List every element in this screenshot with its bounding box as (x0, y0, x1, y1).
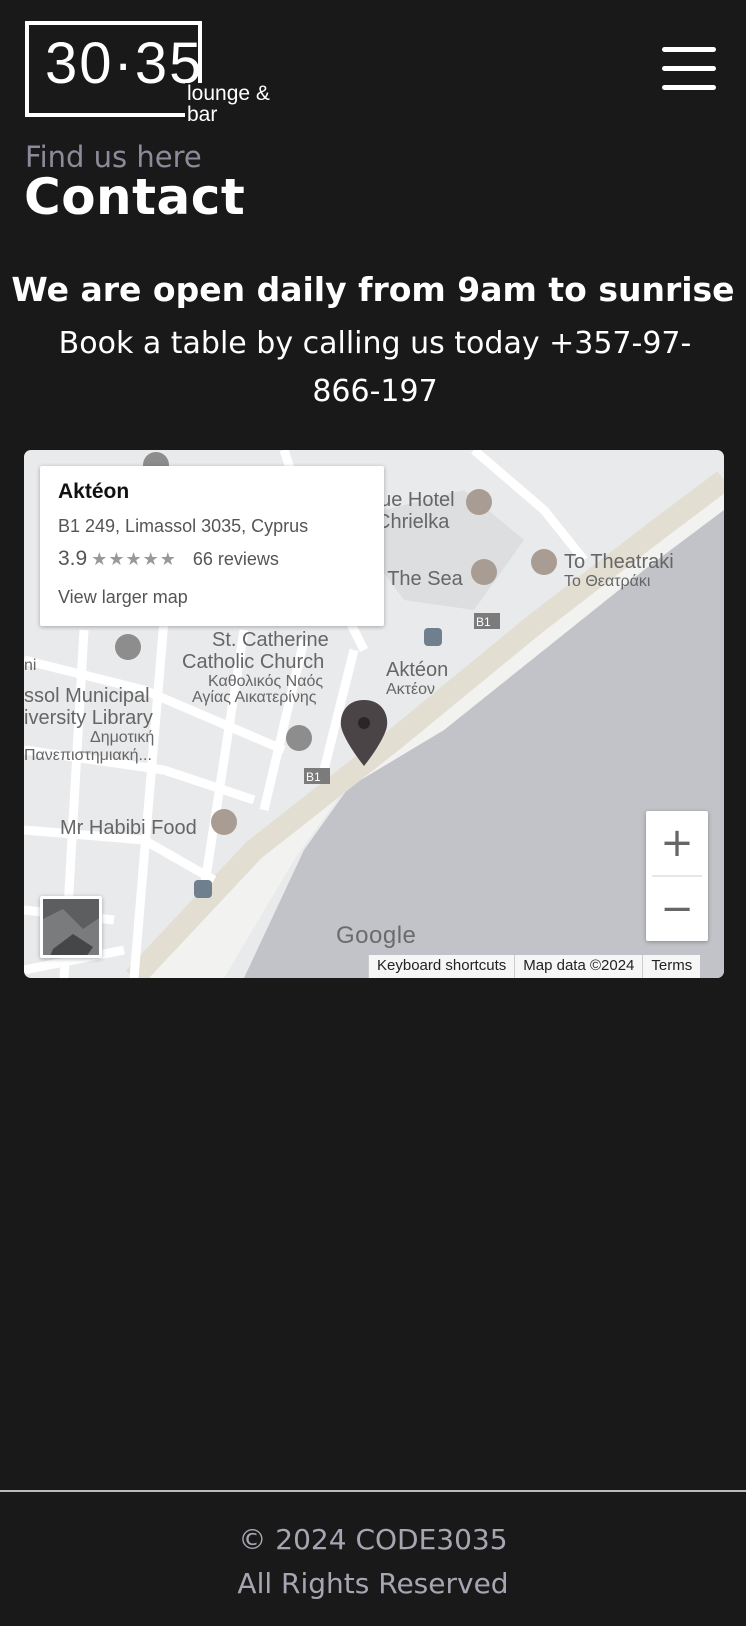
menu-icon-bar (662, 66, 716, 71)
view-larger-map-link[interactable]: View larger map (58, 587, 366, 608)
map-label: Catholic Church (182, 651, 324, 673)
map-data-link[interactable]: Map data ©2024 (514, 955, 643, 978)
bus-stop-icon (424, 628, 442, 646)
star-rating-icon: ★★★★★ (91, 549, 177, 569)
map-label: Πανεπιστημιακή... (24, 747, 152, 764)
map-label: iversity Library (24, 707, 153, 729)
map-label: Chrielka (376, 511, 450, 533)
map-label: Aktéon (386, 659, 448, 681)
menu-icon-bar (662, 47, 716, 52)
map-label: Αγίας Αικατερίνης (192, 689, 317, 706)
map-label: St. Catherine (212, 629, 329, 651)
zoom-out-button[interactable]: − (646, 877, 708, 941)
terms-link[interactable]: Terms (642, 955, 701, 978)
opening-hours: We are open daily from 9am to sunrise (11, 270, 735, 309)
zoom-in-button[interactable]: + (646, 811, 708, 875)
hotel-poi-icon (466, 489, 492, 515)
map-label: Το Θεατράκι (564, 573, 651, 590)
logo-number: 30·35 (45, 31, 204, 96)
page-title: Contact (24, 168, 246, 226)
place-name: Aktéon (58, 480, 130, 503)
svg-text:B1: B1 (476, 615, 491, 629)
church-poi-icon (286, 725, 312, 751)
satellite-toggle[interactable] (40, 896, 102, 958)
site-logo[interactable]: 30·35 lounge & bar (25, 21, 290, 125)
bus-stop-icon (194, 880, 212, 898)
map-label: y The Sea (372, 568, 464, 590)
rating-row: 3.9 ★★★★★ 66 reviews (58, 547, 366, 571)
map-attribution: Keyboard shortcuts Map data ©2024 Terms (368, 955, 701, 978)
booking-text: Book a table by calling us today +357-97… (58, 326, 692, 409)
google-logo: Google (336, 922, 417, 949)
map-label: ssol Municipal (24, 685, 150, 707)
zoom-controls: + − (646, 811, 708, 941)
footer-rights: All Rights Reserved (237, 1567, 509, 1600)
satellite-thumbnail-icon (43, 899, 99, 955)
restaurant-poi-icon (531, 549, 557, 575)
habibi-poi-icon (211, 809, 237, 835)
footer-divider (0, 1490, 746, 1492)
cafe-poi-icon (471, 559, 497, 585)
embedded-map[interactable]: B1 B1 que Hotel Chrielka y The Sea To Th… (24, 450, 724, 978)
map-label: ni (24, 657, 36, 674)
site-header: 30·35 lounge & bar (0, 0, 746, 130)
map-label: Ακτέον (386, 681, 435, 698)
footer-copyright: © 2024 CODE3035 (238, 1523, 508, 1556)
map-label: Mr Habibi Food (60, 817, 197, 839)
road-badge-b1-b: B1 (304, 768, 330, 784)
place-info-card: Aktéon B1 249, Limassol 3035, Cyprus 3.9… (40, 466, 384, 626)
place-address: B1 249, Limassol 3035, Cyprus (58, 516, 309, 536)
keyboard-shortcuts-link[interactable]: Keyboard shortcuts (368, 955, 515, 978)
map-label: Δημοτική (90, 729, 154, 746)
road-badge-b1-a: B1 (474, 613, 500, 629)
logo-subtitle: lounge & bar (185, 83, 290, 125)
reviews-link[interactable]: 66 reviews (193, 549, 279, 569)
map-label: To Theatraki (564, 551, 674, 573)
svg-text:B1: B1 (306, 770, 321, 784)
library-poi-icon (115, 634, 141, 660)
map-label: Καθολικός Ναός (208, 673, 323, 690)
rating-value: 3.9 (58, 547, 88, 570)
menu-icon[interactable] (662, 47, 716, 91)
menu-icon-bar (662, 85, 716, 90)
